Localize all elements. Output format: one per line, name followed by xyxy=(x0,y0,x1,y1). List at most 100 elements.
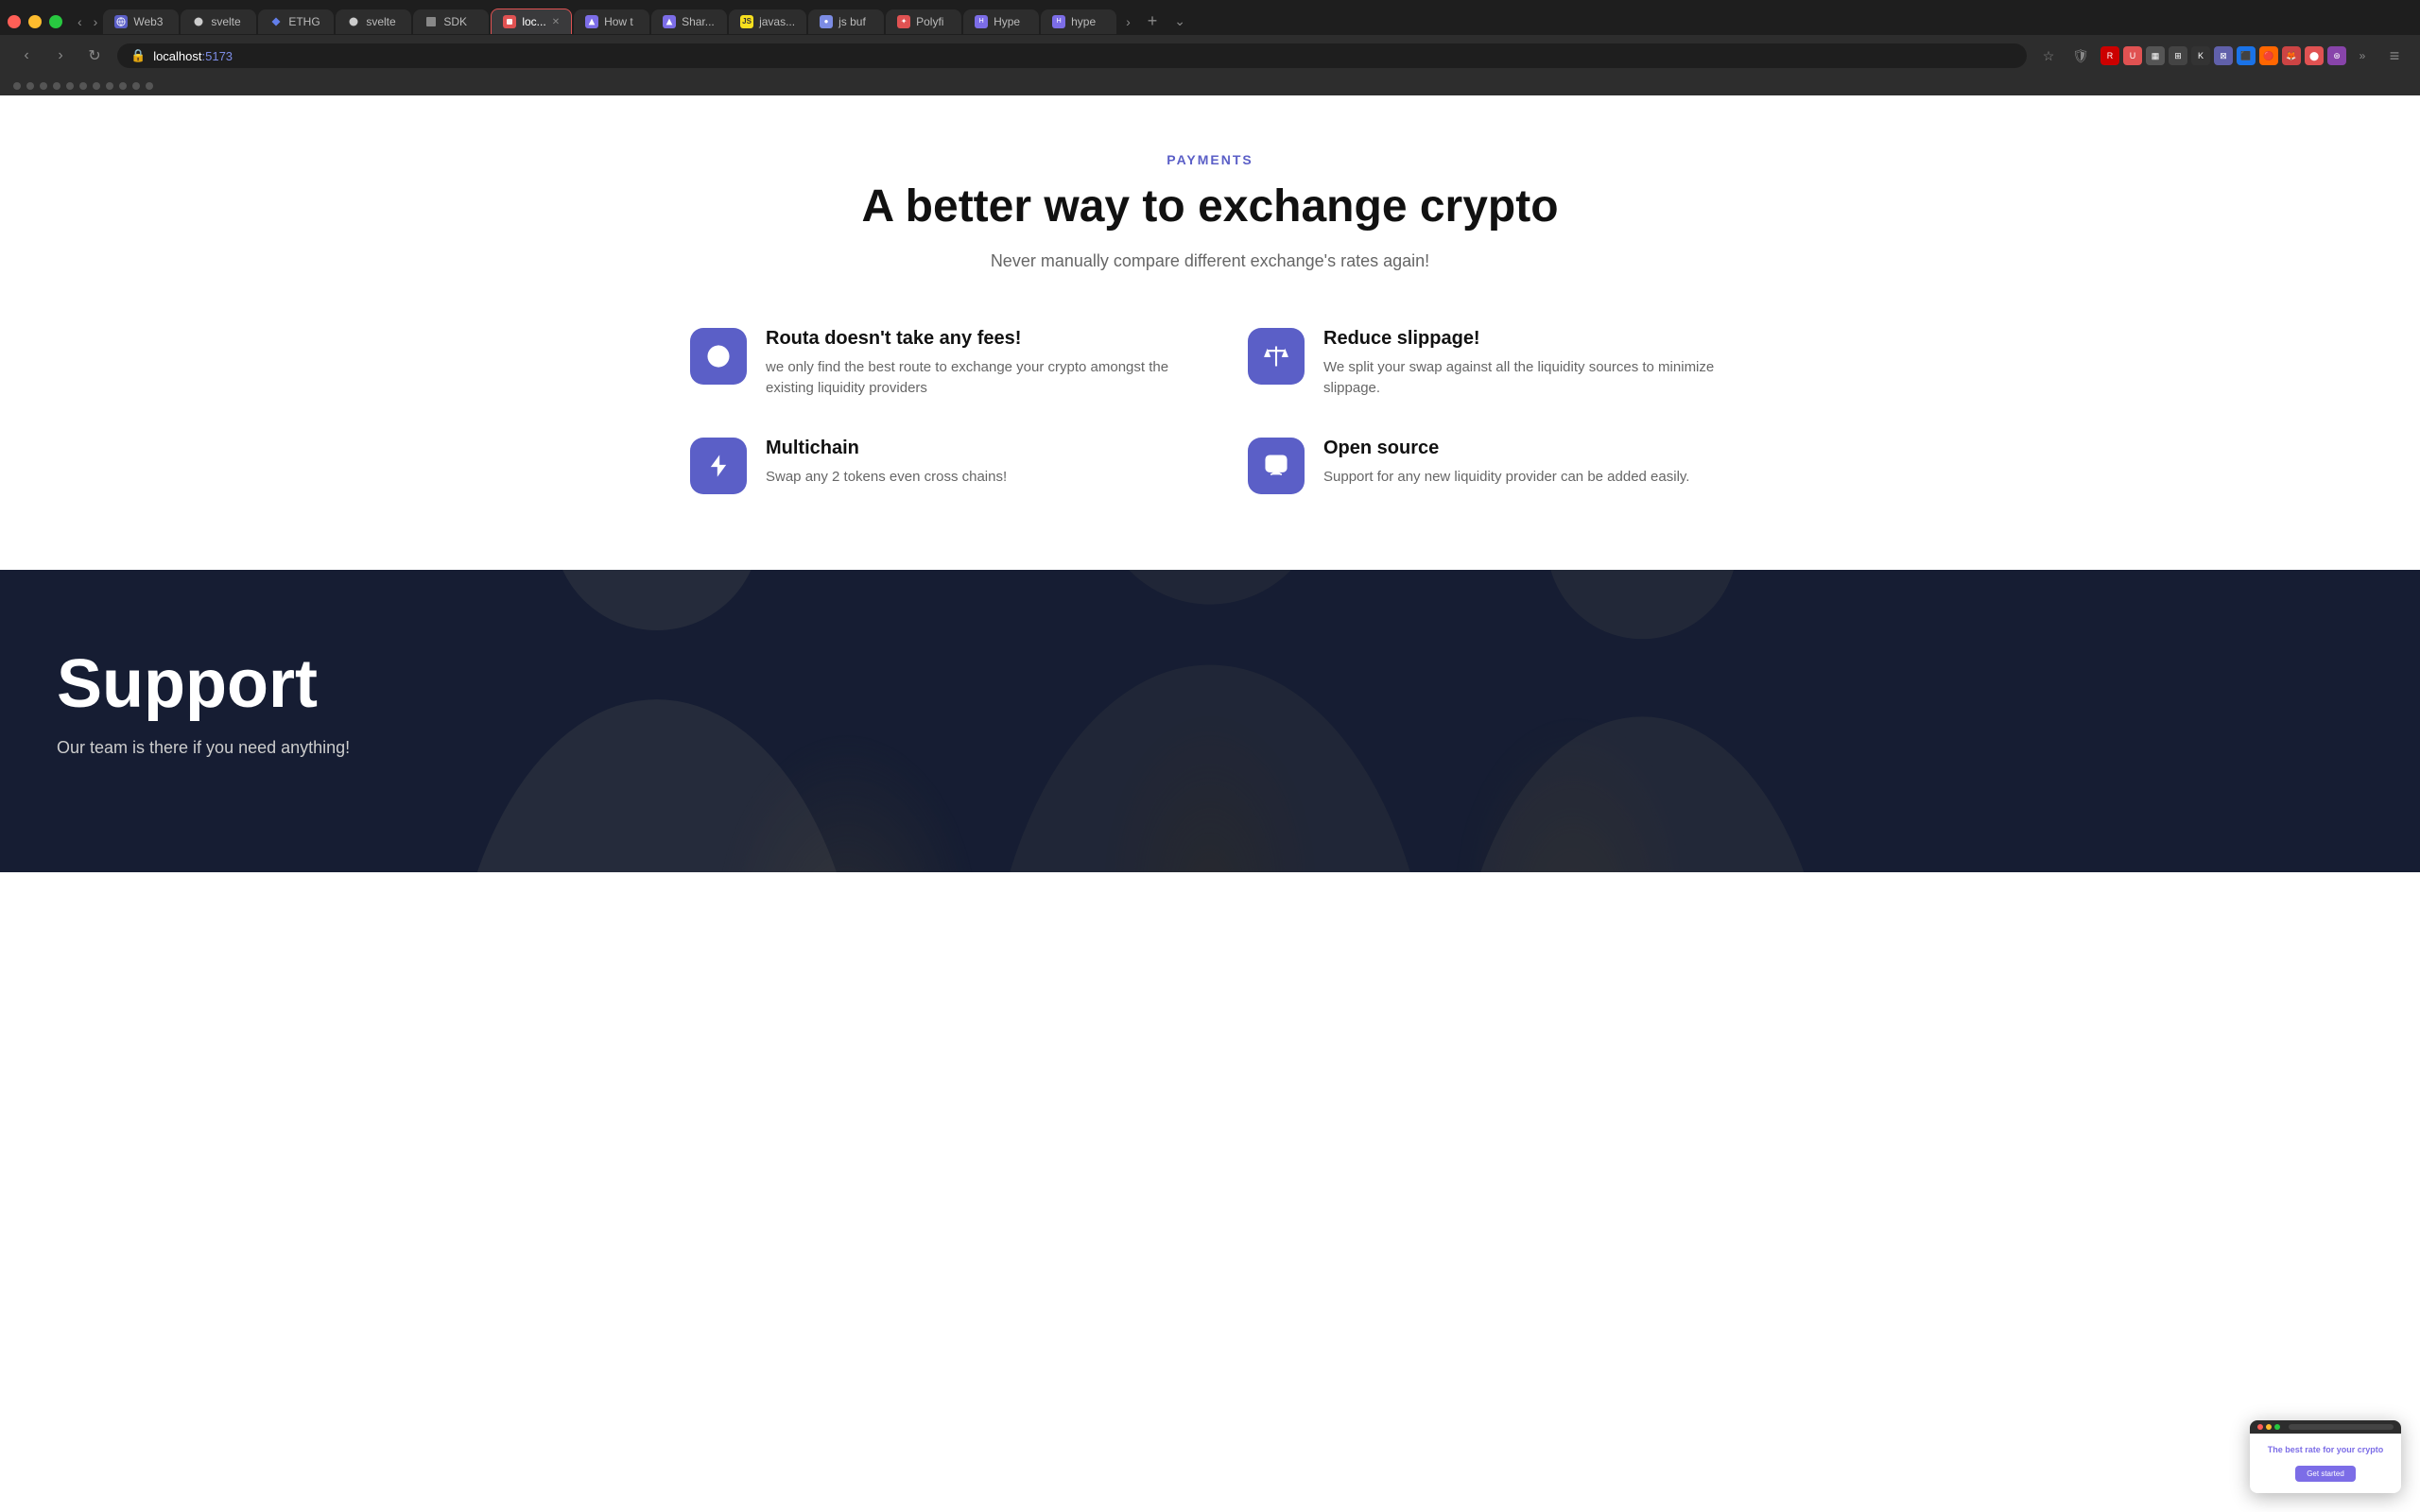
bookmark-dot[interactable] xyxy=(106,82,113,90)
security-icon: 🔒 xyxy=(130,48,146,63)
preview-title-before: The best rate for xyxy=(2268,1445,2337,1454)
extensions-overflow-button[interactable]: » xyxy=(2350,43,2375,68)
tab-label: javas... xyxy=(759,15,795,28)
shield-button[interactable]: 🛡 xyxy=(2068,43,2093,68)
feature-icon-lightning xyxy=(690,438,747,494)
tab-favicon-web3 xyxy=(114,15,128,28)
tab-close-button[interactable]: ✕ xyxy=(552,17,560,27)
feature-reduce-slippage: Reduce slippage! We split your swap agai… xyxy=(1248,328,1730,400)
tab-label: hype xyxy=(1071,15,1096,28)
new-tab-button[interactable]: + xyxy=(1140,8,1166,35)
address-bar: ‹ › ↻ 🔒 localhost:5173 ☆ 🛡 R U ▦ ⊞ K ⊠ ⬛… xyxy=(0,35,2420,77)
feature-text-multichain: Multichain Swap any 2 tokens even cross … xyxy=(766,438,1007,489)
tab-how[interactable]: How t xyxy=(574,9,649,34)
bookmark-dot[interactable] xyxy=(79,82,87,90)
preview-dot-red xyxy=(2257,1424,2263,1430)
bookmark-dot[interactable] xyxy=(93,82,100,90)
feature-text-reduce-slippage: Reduce slippage! We split your swap agai… xyxy=(1323,328,1730,400)
bookmark-dot[interactable] xyxy=(66,82,74,90)
ext-icon-3[interactable]: ▦ xyxy=(2146,46,2165,65)
feature-no-fees: Routa doesn't take any fees! we only fin… xyxy=(690,328,1172,400)
nav-controls: ‹ › ↻ xyxy=(13,43,108,69)
tab-shared[interactable]: Shar... xyxy=(651,9,727,34)
ext-icon-6[interactable]: ⊠ xyxy=(2214,46,2233,65)
ext-icon-9[interactable]: 🦊 xyxy=(2282,46,2301,65)
feature-multichain: Multichain Swap any 2 tokens even cross … xyxy=(690,438,1172,494)
tab-favicon-polyfill: ✦ xyxy=(897,15,910,28)
refresh-button[interactable]: ↻ xyxy=(81,43,108,69)
preview-card-title: The best rate for your crypto xyxy=(2259,1445,2392,1456)
tab-back-button[interactable]: ‹ xyxy=(72,10,88,33)
tab-label: Polyfi xyxy=(916,15,943,28)
support-section: Support Our team is there if you need an… xyxy=(0,570,2420,872)
tab-label: loc... xyxy=(522,15,545,28)
ext-icon-8[interactable]: 🔴 xyxy=(2259,46,2278,65)
preview-card-header xyxy=(2250,1420,2401,1434)
feature-icon-globe xyxy=(690,328,747,385)
tab-javascript[interactable]: JS javas... xyxy=(729,9,806,34)
tab-sdk[interactable]: SDK xyxy=(413,9,489,34)
tab-favicon-hype1: H xyxy=(975,15,988,28)
payments-section: PAYMENTS A better way to exchange crypto… xyxy=(643,95,1777,570)
tab-hype2[interactable]: H hype xyxy=(1041,9,1116,34)
page-content: PAYMENTS A better way to exchange crypto… xyxy=(0,95,2420,872)
tab-polyfill[interactable]: ✦ Polyfi xyxy=(886,9,961,34)
bookmark-dot[interactable] xyxy=(53,82,60,90)
minimize-button[interactable] xyxy=(28,15,42,28)
feature-icon-chat xyxy=(1248,438,1305,494)
bookmark-button[interactable]: ☆ xyxy=(2036,43,2061,68)
tab-ethg[interactable]: ETHG xyxy=(258,9,334,34)
extension-icons: R U ▦ ⊞ K ⊠ ⬛ 🔴 🦊 ⬤ ⊛ » xyxy=(2100,43,2375,68)
tab-forward-button[interactable]: › xyxy=(88,10,104,33)
ext-icon-7[interactable]: ⬛ xyxy=(2237,46,2256,65)
tab-svelte1[interactable]: svelte xyxy=(181,9,256,34)
people-silhouette xyxy=(0,570,2420,872)
feature-title-multichain: Multichain xyxy=(766,438,1007,459)
maximize-button[interactable] xyxy=(49,15,62,28)
url-host: localhost xyxy=(153,49,201,63)
back-button[interactable]: ‹ xyxy=(13,43,40,69)
bookmark-dot[interactable] xyxy=(13,82,21,90)
preview-url-bar xyxy=(2289,1424,2394,1430)
tab-favicon-svelte2 xyxy=(347,15,360,28)
url-bar[interactable]: 🔒 localhost:5173 xyxy=(117,43,2027,68)
tab-web3[interactable]: Web3 xyxy=(103,9,179,34)
feature-title-open-source: Open source xyxy=(1323,438,1689,459)
tab-label: ETHG xyxy=(288,15,320,28)
tab-label: js buf xyxy=(838,15,866,28)
ext-icon-1[interactable]: R xyxy=(2100,46,2119,65)
tab-svelte2[interactable]: svelte xyxy=(336,9,411,34)
feature-text-open-source: Open source Support for any new liquidit… xyxy=(1323,438,1689,489)
bookmark-dot[interactable] xyxy=(26,82,34,90)
section-label: PAYMENTS xyxy=(662,152,1758,167)
tab-label: svelte xyxy=(366,15,395,28)
tab-favicon-ethg xyxy=(269,15,283,28)
bookmark-dot[interactable] xyxy=(132,82,140,90)
feature-open-source: Open source Support for any new liquidit… xyxy=(1248,438,1730,494)
tab-overflow-button[interactable]: › xyxy=(1118,10,1138,33)
ext-icon-10[interactable]: ⬤ xyxy=(2305,46,2324,65)
bookmark-dot[interactable] xyxy=(119,82,127,90)
tab-favicon-jsbuf: ● xyxy=(820,15,833,28)
menu-button[interactable]: ≡ xyxy=(2382,43,2407,68)
tab-favicon-shared xyxy=(663,15,676,28)
forward-button[interactable]: › xyxy=(47,43,74,69)
ext-icon-4[interactable]: ⊞ xyxy=(2169,46,2187,65)
bookmark-dot[interactable] xyxy=(146,82,153,90)
bookmark-bar xyxy=(0,77,2420,95)
tab-list-button[interactable]: ⌄ xyxy=(1167,9,1193,33)
feature-title-reduce-slippage: Reduce slippage! xyxy=(1323,328,1730,350)
ext-icon-11[interactable]: ⊛ xyxy=(2327,46,2346,65)
tab-jsbuf[interactable]: ● js buf xyxy=(808,9,884,34)
tab-localhost[interactable]: loc... ✕ xyxy=(491,9,572,34)
feature-desc-multichain: Swap any 2 tokens even cross chains! xyxy=(766,467,1007,489)
tab-hype1[interactable]: H Hype xyxy=(963,9,1039,34)
tab-label: Hype xyxy=(994,15,1020,28)
ext-icon-2[interactable]: U xyxy=(2123,46,2142,65)
tab-favicon-localhost xyxy=(503,15,516,28)
bookmark-dot[interactable] xyxy=(40,82,47,90)
preview-cta-button[interactable]: Get started xyxy=(2295,1466,2356,1482)
feature-desc-reduce-slippage: We split your swap against all the liqui… xyxy=(1323,357,1730,400)
close-button[interactable] xyxy=(8,15,21,28)
ext-icon-5[interactable]: K xyxy=(2191,46,2210,65)
